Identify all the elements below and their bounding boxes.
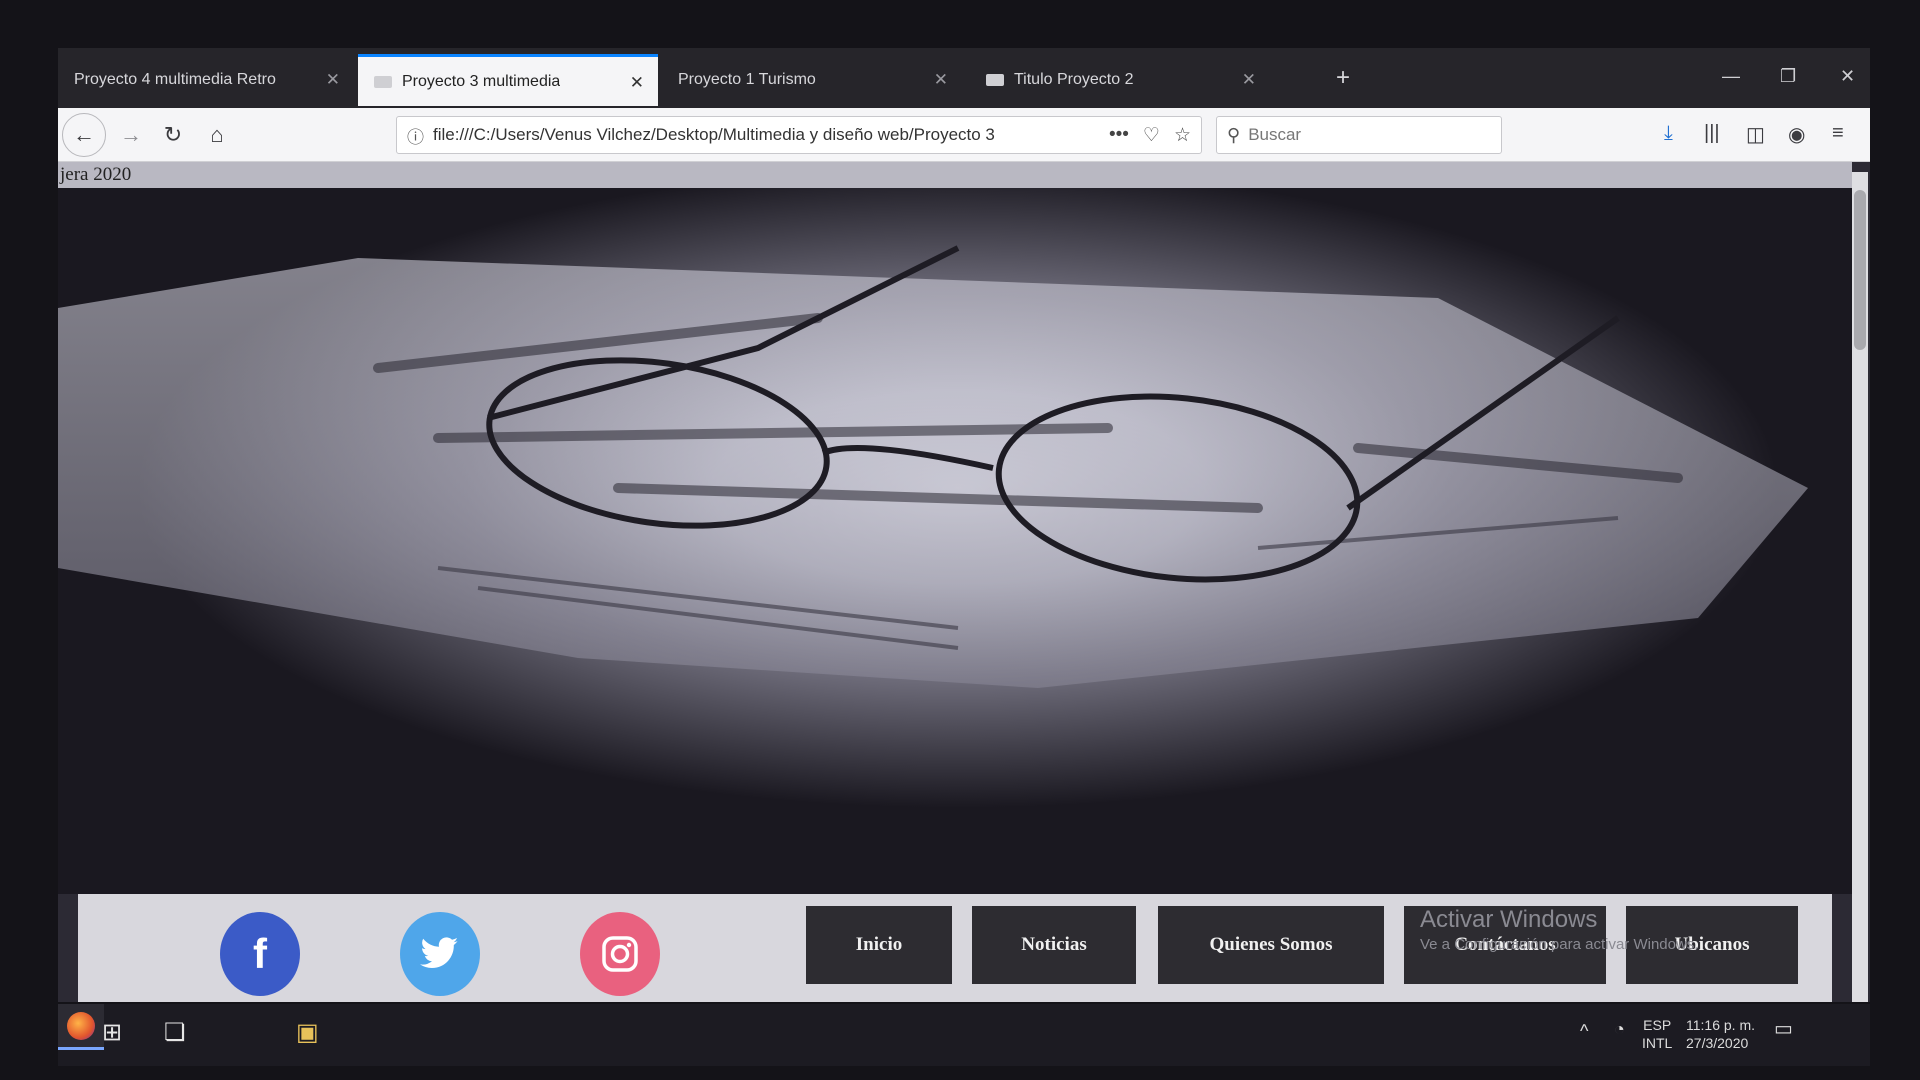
tab-proyecto-4[interactable]: Proyecto 4 multimedia Retro ✕ — [58, 54, 354, 106]
page-viewport: jera 2020 f Inicio Noticias Quienes Somo… — [58, 162, 1870, 1002]
nav-link-noticias[interactable]: Noticias — [972, 906, 1136, 984]
clock-date: 27/3/2020 — [1686, 1035, 1749, 1051]
restore-icon[interactable]: ❐ — [1780, 66, 1796, 87]
library-icon[interactable]: ||| — [1704, 122, 1720, 145]
clock-time: 11:16 p. m. — [1686, 1017, 1756, 1033]
close-icon[interactable]: ✕ — [630, 73, 644, 93]
scroll-thumb[interactable] — [1854, 190, 1866, 350]
pocket-icon[interactable]: ♡ — [1143, 124, 1160, 147]
watermark-title: Activar Windows — [1420, 906, 1598, 933]
taskbar: ⊞ ❏ ▣ ^ ◔ ESP INTL 11:16 p. m. 27/3/2020… — [58, 1004, 1870, 1066]
search-icon: ⚲ — [1227, 124, 1241, 145]
tab-title: Proyecto 3 multimedia — [402, 72, 561, 90]
forward-arrow-icon[interactable]: → — [114, 118, 148, 152]
watermark-subtitle: Ve a Configuración para activar Windows. — [1420, 936, 1699, 953]
back-arrow-icon[interactable]: ← — [62, 113, 106, 157]
search-bar[interactable]: ⚲ — [1216, 116, 1502, 154]
home-icon[interactable]: ⌂ — [200, 118, 234, 152]
file-explorer-icon[interactable]: ▣ — [296, 1018, 319, 1047]
close-icon[interactable]: ✕ — [934, 70, 948, 90]
twitter-bird-glyph — [420, 937, 458, 968]
language-code: ESP — [1643, 1017, 1672, 1033]
new-tab-icon[interactable]: + — [1336, 64, 1350, 92]
firefox-taskbar-icon[interactable] — [58, 1004, 104, 1050]
page-favicon-icon — [374, 75, 392, 88]
url-text[interactable]: file:///C:/Users/Venus Vilchez/Desktop/M… — [433, 125, 1095, 145]
tab-title: Proyecto 1 Turismo — [678, 71, 816, 88]
search-input[interactable] — [1248, 125, 1489, 145]
close-icon[interactable]: ✕ — [1242, 70, 1256, 90]
minimize-icon[interactable]: — — [1722, 66, 1740, 87]
screen: Proyecto 4 multimedia Retro ✕ Proyecto 3… — [0, 0, 1920, 1080]
tab-titulo-proyecto-2[interactable]: Titulo Proyecto 2 ✕ — [970, 54, 1270, 106]
tab-bar: Proyecto 4 multimedia Retro ✕ Proyecto 3… — [58, 48, 1870, 108]
hero-image — [58, 188, 1852, 894]
tab-proyecto-3[interactable]: Proyecto 3 multimedia ✕ — [358, 54, 658, 106]
nav-toolbar: ← → ↻ ⌂ ⓘ file:///C:/Users/Venus Vilchez… — [58, 108, 1870, 162]
page-favicon-icon — [986, 74, 1004, 86]
page-header-text: jera 2020 — [60, 164, 132, 185]
language-indicator[interactable]: ESP INTL — [1642, 1016, 1672, 1052]
info-icon[interactable]: ⓘ — [407, 123, 433, 148]
vertical-scrollbar[interactable] — [1852, 172, 1868, 1002]
reload-icon[interactable]: ↻ — [156, 118, 190, 152]
facebook-icon[interactable]: f — [220, 912, 300, 996]
account-icon[interactable]: ◉ — [1788, 122, 1805, 147]
firefox-logo-icon — [67, 1011, 95, 1040]
instagram-icon[interactable] — [580, 912, 660, 996]
tab-proyecto-1[interactable]: Proyecto 1 Turismo ✕ — [662, 54, 962, 106]
menu-icon[interactable]: ≡ — [1832, 122, 1844, 145]
twitter-icon[interactable] — [400, 912, 480, 996]
window-close-icon[interactable]: ✕ — [1840, 66, 1855, 87]
chevron-up-icon[interactable]: ^ — [1580, 1022, 1588, 1040]
nav-link-inicio[interactable]: Inicio — [806, 906, 952, 984]
url-bar[interactable]: ⓘ file:///C:/Users/Venus Vilchez/Desktop… — [396, 116, 1202, 154]
notification-icon[interactable]: ▭ — [1774, 1019, 1793, 1039]
close-icon[interactable]: ✕ — [326, 70, 340, 90]
bookmark-star-icon[interactable]: ☆ — [1174, 124, 1191, 147]
more-actions-icon[interactable]: ••• — [1109, 124, 1129, 146]
task-view-icon[interactable]: ❏ — [164, 1018, 186, 1047]
download-icon[interactable]: ⤓ — [1664, 122, 1673, 145]
tab-title: Titulo Proyecto 2 — [1014, 71, 1134, 88]
clock[interactable]: 11:16 p. m. 27/3/2020 — [1686, 1016, 1755, 1052]
windows-start-icon[interactable]: ⊞ — [102, 1018, 122, 1047]
wifi-icon[interactable]: ◔ — [1614, 1020, 1625, 1038]
sidebar-icon[interactable]: ◫ — [1746, 122, 1765, 147]
instagram-camera-glyph — [602, 936, 638, 972]
nav-link-quienes-somos[interactable]: Quienes Somos — [1158, 906, 1384, 984]
activation-watermark: Activar Windows Ve a Configuración para … — [1420, 906, 1698, 953]
tab-title: Proyecto 4 multimedia Retro — [74, 71, 276, 88]
newspaper-glasses-photo — [58, 245, 1808, 688]
page-header: jera 2020 — [58, 162, 1852, 188]
keyboard-layout: INTL — [1642, 1035, 1673, 1051]
